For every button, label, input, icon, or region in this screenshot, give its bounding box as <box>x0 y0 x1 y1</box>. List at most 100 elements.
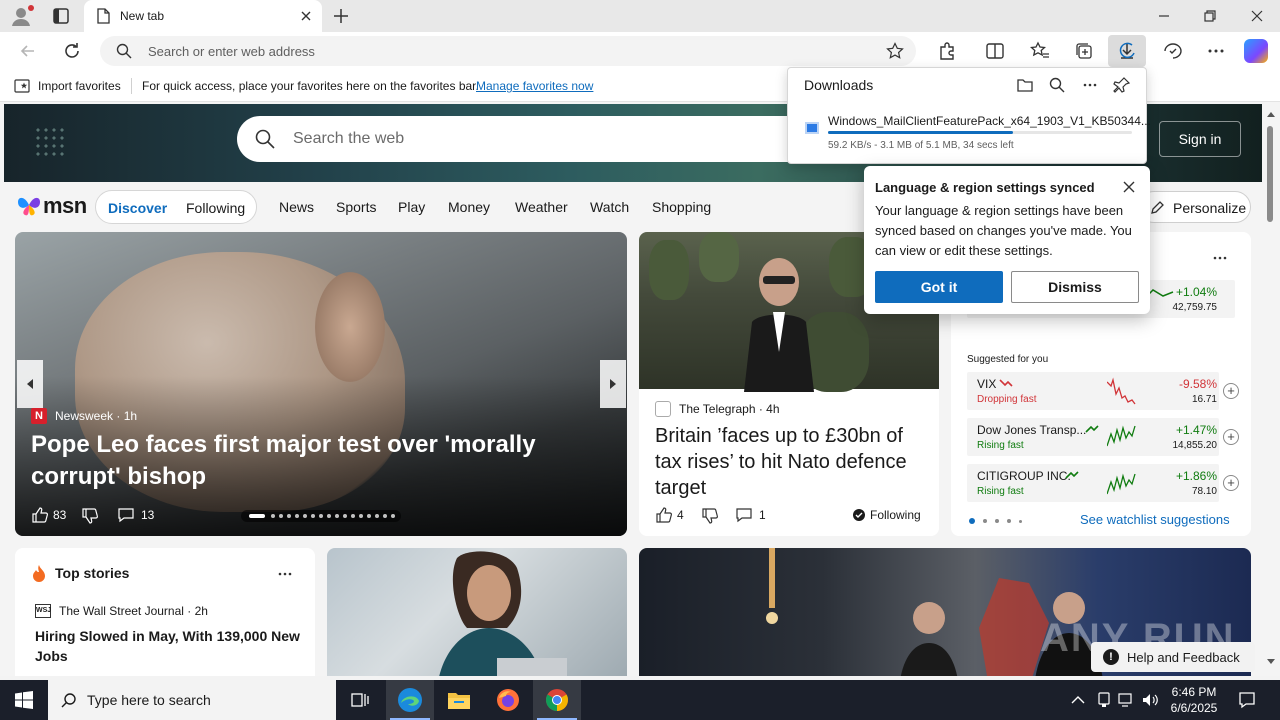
dislike-icon[interactable] <box>81 507 99 525</box>
taskbar-firefox[interactable] <box>484 680 532 720</box>
comment-icon[interactable] <box>117 506 135 524</box>
extensions-icon[interactable] <box>937 41 957 61</box>
nav-weather[interactable]: Weather <box>515 199 568 215</box>
pin-icon[interactable] <box>1113 76 1131 94</box>
taskbar-edge[interactable] <box>386 680 434 720</box>
app-launcher-icon[interactable] <box>34 126 64 156</box>
tab-new-tab[interactable]: New tab <box>84 0 322 32</box>
watchlist-suggestions-link[interactable]: See watchlist suggestions <box>1080 512 1230 527</box>
download-progress-bar <box>828 131 1132 134</box>
restore-icon[interactable] <box>1202 8 1218 24</box>
import-favorites-link[interactable]: Import favorites <box>38 79 121 93</box>
image-story-card[interactable] <box>327 548 627 676</box>
favorite-star-icon[interactable] <box>886 42 904 60</box>
personalize-button[interactable]: Personalize <box>1138 191 1251 223</box>
nav-shopping[interactable]: Shopping <box>652 199 711 215</box>
help-feedback-button[interactable]: ! Help and Feedback <box>1091 642 1255 672</box>
file-icon <box>805 122 819 134</box>
taskbar-clock[interactable]: 6:46 PM 6/6/2025 <box>1156 684 1232 716</box>
story-headline[interactable]: Pope Leo faces first major test over 'mo… <box>31 429 621 493</box>
new-tab-icon[interactable] <box>332 7 350 25</box>
notifications-icon[interactable] <box>1238 691 1256 709</box>
following-badge[interactable]: Following <box>870 508 921 522</box>
add-to-watchlist-button[interactable]: + <box>1223 383 1239 399</box>
newsweek-logo: N <box>31 408 47 424</box>
comment-icon[interactable] <box>735 506 753 524</box>
back-icon[interactable] <box>18 41 38 61</box>
dismiss-button[interactable]: Dismiss <box>1011 271 1139 303</box>
msn-logo[interactable]: msn <box>16 192 87 218</box>
like-icon[interactable] <box>655 506 673 524</box>
address-bar[interactable]: Search or enter web address <box>100 36 916 66</box>
pager-dots[interactable] <box>969 518 1029 524</box>
close-tab-icon[interactable] <box>298 8 314 24</box>
collections-icon[interactable] <box>1074 41 1094 61</box>
manage-favorites-link[interactable]: Manage favorites now <box>476 79 593 93</box>
taskbar-file-explorer[interactable] <box>435 680 483 720</box>
stock-row-vix[interactable]: VIX Dropping fast -9.58% 16.71 + <box>967 372 1239 410</box>
task-view-icon <box>351 693 369 707</box>
more-options-icon[interactable] <box>1081 76 1099 94</box>
network-icon[interactable] <box>1118 692 1136 708</box>
more-icon[interactable] <box>1206 41 1226 61</box>
stock-status: Dropping fast <box>977 394 1037 405</box>
device-icon[interactable] <box>1096 692 1112 708</box>
chevron-up-icon[interactable] <box>1071 694 1085 706</box>
window-close-icon[interactable] <box>1249 8 1265 24</box>
download-file-name[interactable]: Windows_MailClientFeaturePack_x64_1903_V… <box>828 114 1151 128</box>
minimize-icon[interactable] <box>1156 8 1172 24</box>
more-options-icon[interactable] <box>277 566 293 582</box>
taskbar-chrome[interactable] <box>533 680 581 720</box>
sign-in-button[interactable]: Sign in <box>1159 121 1241 157</box>
firefox-icon <box>497 689 519 711</box>
carousel-prev-button[interactable] <box>17 360 43 408</box>
like-icon[interactable] <box>31 506 49 524</box>
folder-icon[interactable] <box>1016 76 1034 94</box>
task-view-button[interactable] <box>336 680 384 720</box>
nav-sports[interactable]: Sports <box>336 199 376 215</box>
carousel-next-button[interactable] <box>600 360 626 408</box>
stock-name: VIX <box>977 377 997 391</box>
add-to-watchlist-button[interactable]: + <box>1223 475 1239 491</box>
taskbar-search[interactable]: Type here to search <box>48 680 336 720</box>
split-screen-icon[interactable] <box>985 41 1005 61</box>
carousel-indicator[interactable] <box>241 510 401 522</box>
web-search-box[interactable]: Search the web <box>237 116 837 162</box>
story-headline[interactable]: Britain ’faces up to £30bn of tax rises’… <box>655 423 935 501</box>
nav-watch[interactable]: Watch <box>590 199 629 215</box>
scroll-up-icon[interactable] <box>1266 110 1276 118</box>
copilot-icon[interactable] <box>1244 39 1268 63</box>
refresh-icon[interactable] <box>62 41 82 61</box>
search-icon[interactable] <box>1048 76 1066 94</box>
profile-button[interactable] <box>10 5 34 27</box>
nav-money[interactable]: Money <box>448 199 490 215</box>
browser-essentials-icon[interactable] <box>1162 41 1184 61</box>
tab-discover[interactable]: Discover <box>108 200 167 216</box>
tab-following[interactable]: Following <box>186 200 245 216</box>
favorites-icon[interactable] <box>1030 41 1050 61</box>
nav-news[interactable]: News <box>279 199 314 215</box>
scroll-thumb[interactable] <box>1267 126 1273 222</box>
tab-actions-button[interactable] <box>52 7 70 25</box>
image-figure <box>699 232 739 282</box>
popup-title: Language & region settings synced <box>875 180 1095 195</box>
dislike-icon[interactable] <box>701 507 719 525</box>
nav-play[interactable]: Play <box>398 199 425 215</box>
windows-start-icon[interactable] <box>15 691 33 709</box>
msn-logo-text: msn <box>43 193 87 218</box>
add-to-watchlist-button[interactable]: + <box>1223 429 1239 445</box>
page-scrollbar[interactable] <box>1262 102 1280 676</box>
more-options-icon[interactable] <box>1212 250 1228 266</box>
main-story-card[interactable]: N Newsweek · 1h Pope Leo faces first maj… <box>15 232 627 536</box>
download-progress-fill <box>828 131 1014 134</box>
downloads-title: Downloads <box>804 77 874 93</box>
stock-row-citigroup[interactable]: CITIGROUP INC. Rising fast +1.86% 78.10 … <box>967 464 1239 502</box>
close-icon[interactable] <box>1122 180 1136 194</box>
story-headline[interactable]: Hiring Slowed in May, With 139,000 New J… <box>35 626 305 666</box>
stock-row-dow-transport[interactable]: Dow Jones Transp... Rising fast +1.47% 1… <box>967 418 1239 456</box>
image-person <box>744 258 814 392</box>
scroll-down-icon[interactable] <box>1266 658 1276 666</box>
got-it-button[interactable]: Got it <box>875 271 1003 303</box>
source-line: The Wall Street Journal · 2h <box>59 604 208 618</box>
downloads-button[interactable] <box>1108 35 1146 67</box>
